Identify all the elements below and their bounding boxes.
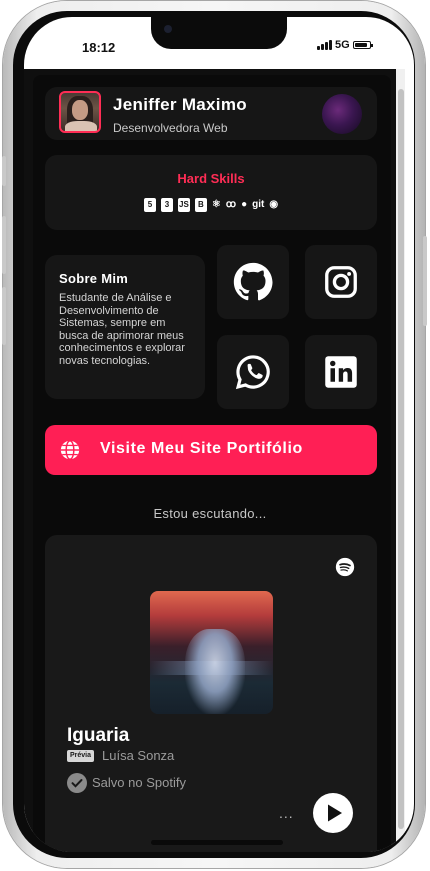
phone-screen: 18:12 5G Jeniffer Maximo Desenvolvedora … (24, 17, 414, 852)
volume-down-button (2, 287, 6, 345)
html5-icon: 5 (143, 198, 156, 212)
about-text: Estudante de Análise e Desenvolvimento d… (59, 292, 185, 367)
preview-tag: Prévia (67, 750, 95, 762)
battery-icon (352, 41, 373, 49)
github-link[interactable] (217, 245, 289, 319)
signal-icon (317, 40, 332, 50)
whatsapp-link[interactable] (217, 335, 289, 409)
spotify-card[interactable]: Iguaria Prévia Luísa Sonza Salvo no Spot… (45, 535, 377, 852)
skills-icons: 5 3 JS B ⚛ ꝏ ● git ◉ (45, 198, 377, 212)
spotify-icon[interactable] (335, 557, 355, 577)
scrollbar-thumb[interactable] (398, 89, 404, 829)
notch (151, 17, 287, 49)
saved-label: Salvo no Spotify (92, 775, 186, 790)
instagram-link[interactable] (305, 245, 377, 319)
battery-level (354, 43, 368, 47)
home-indicator[interactable] (151, 840, 283, 845)
check-icon[interactable] (67, 773, 87, 793)
portfolio-button-label: Visite Meu Site Portifólio (100, 440, 303, 457)
mute-switch (2, 156, 6, 186)
javascript-icon: JS (177, 198, 190, 212)
play-icon (328, 804, 342, 822)
status-time: 18:12 (82, 40, 116, 55)
play-button[interactable] (313, 793, 353, 833)
avatar (59, 91, 101, 133)
sass-icon: ꝏ (225, 199, 237, 210)
volume-up-button (2, 216, 6, 274)
profile-card: Jeniffer Maximo Desenvolvedora Web (45, 87, 377, 140)
github-octocat-icon: ● (241, 199, 248, 210)
power-button (423, 236, 427, 326)
status-indicators: 5G (317, 39, 373, 51)
profile-name: Jeniffer Maximo (113, 95, 247, 114)
linkedin-icon (325, 356, 357, 388)
portfolio-button[interactable]: Visite Meu Site Portifólio (45, 425, 377, 475)
galaxy-logo (322, 94, 362, 134)
instagram-icon (325, 266, 357, 298)
artist-name[interactable]: Luísa Sonza (102, 748, 174, 763)
track-title: Iguaria (67, 725, 130, 746)
css3-icon: 3 (160, 198, 173, 212)
react-icon: ⚛ (211, 199, 221, 210)
profile-role: Desenvolvedora Web (113, 121, 228, 135)
skills-title: Hard Skills (177, 171, 245, 186)
git-icon: git (252, 199, 265, 210)
globe-icon (60, 440, 80, 460)
github-icon: ◉ (269, 199, 279, 210)
more-options-icon[interactable]: ... (279, 805, 294, 821)
about-card: Sobre Mim Estudante de Análise e Desenvo… (45, 255, 205, 399)
bootstrap-icon: B (194, 198, 207, 212)
skills-card: Hard Skills 5 3 JS B ⚛ ꝏ ● git ◉ (45, 155, 377, 230)
front-camera (164, 25, 172, 33)
github-icon (233, 262, 273, 301)
whatsapp-icon (235, 355, 270, 390)
network-label: 5G (335, 39, 350, 51)
listening-label: Estou escutando... (153, 506, 267, 521)
linkedin-link[interactable] (305, 335, 377, 409)
album-cover (150, 591, 273, 714)
about-title: Sobre Mim (59, 271, 129, 286)
